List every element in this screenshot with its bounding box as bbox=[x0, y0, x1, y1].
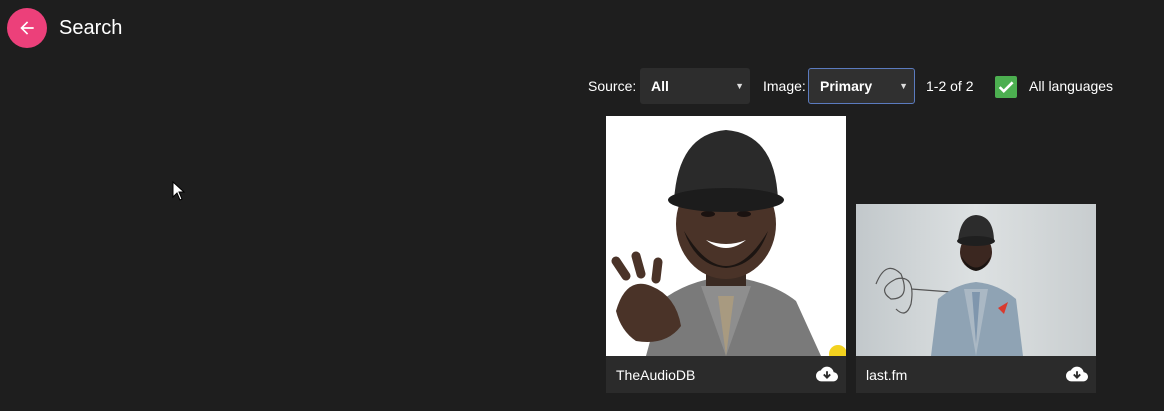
image-type-select-value: Primary bbox=[820, 78, 873, 94]
dropdown-arrow-icon: ▼ bbox=[735, 81, 744, 91]
source-select-value: All bbox=[651, 78, 669, 94]
search-filters: Source: All ▼ Image: Primary ▼ 1-2 of 2 … bbox=[0, 68, 1164, 104]
source-select[interactable]: All ▼ bbox=[640, 68, 750, 104]
artist-image-theaudiodb[interactable] bbox=[606, 116, 846, 356]
artist-portrait-image bbox=[856, 204, 1096, 356]
result-count: 1-2 of 2 bbox=[926, 78, 974, 94]
card-footer: last.fm bbox=[856, 356, 1096, 393]
cloud-download-icon[interactable] bbox=[1066, 364, 1088, 384]
dropdown-arrow-icon: ▼ bbox=[899, 81, 908, 91]
source-label: Source: bbox=[588, 78, 637, 94]
provider-name: last.fm bbox=[866, 367, 908, 383]
cloud-download-icon[interactable] bbox=[816, 364, 838, 384]
page-title: Search bbox=[59, 17, 123, 39]
image-type-select[interactable]: Primary ▼ bbox=[808, 68, 915, 104]
all-languages-label: All languages bbox=[1029, 78, 1114, 94]
app-header: Search bbox=[0, 0, 1164, 56]
artist-portrait-image bbox=[606, 116, 846, 356]
remote-image-card[interactable]: TheAudioDB bbox=[606, 116, 846, 393]
card-footer: TheAudioDB bbox=[606, 356, 846, 393]
remote-image-card[interactable]: last.fm bbox=[856, 204, 1096, 393]
back-button[interactable] bbox=[7, 8, 47, 48]
all-languages-checkbox[interactable] bbox=[995, 76, 1017, 98]
artist-image-lastfm[interactable] bbox=[856, 204, 1096, 356]
arrow-left-icon bbox=[20, 21, 34, 35]
checkmark-icon bbox=[998, 81, 1014, 94]
image-label: Image: bbox=[763, 78, 806, 94]
mouse-cursor-icon bbox=[172, 181, 186, 201]
provider-name: TheAudioDB bbox=[616, 367, 696, 383]
